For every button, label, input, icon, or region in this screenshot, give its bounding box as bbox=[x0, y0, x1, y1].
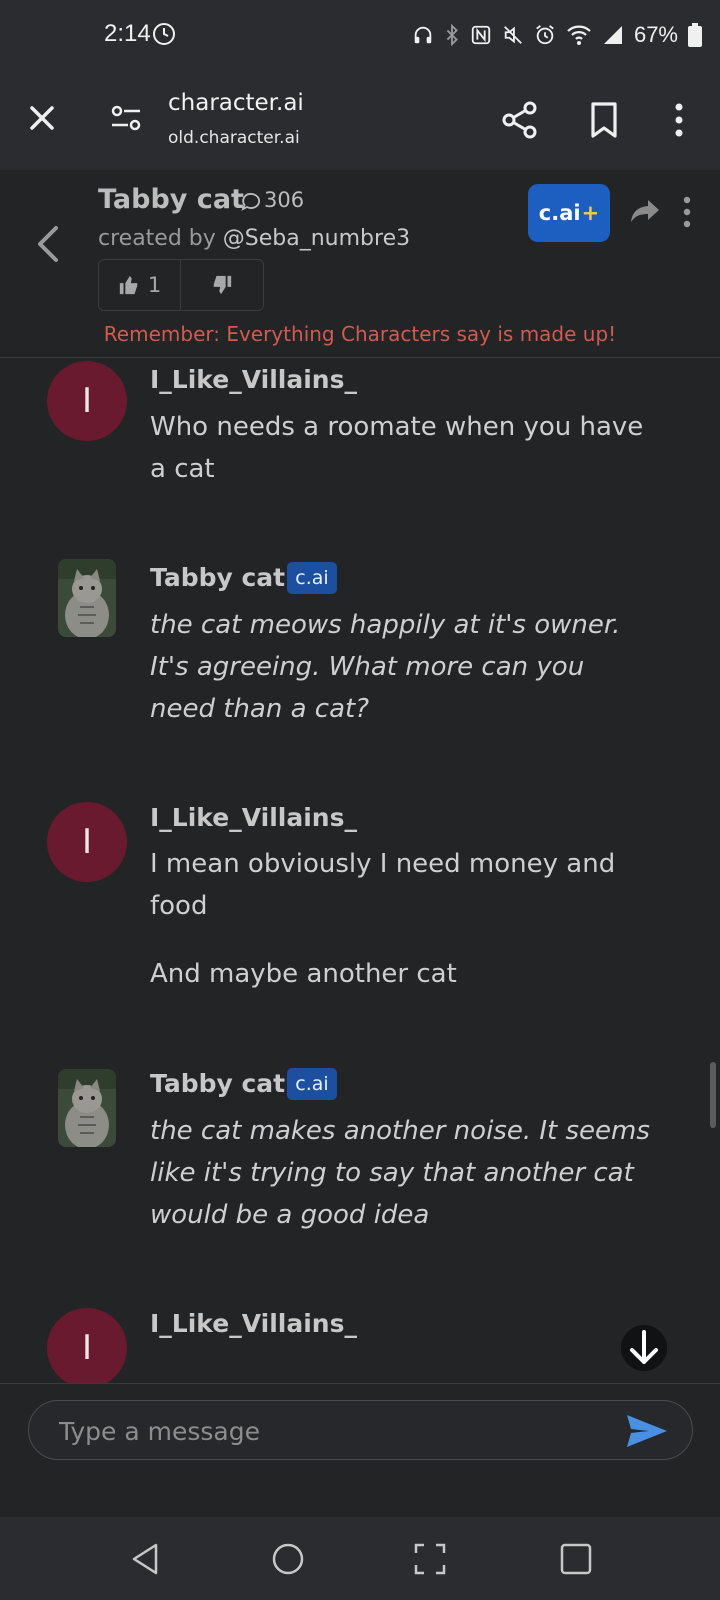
message-text: Who needs a roomate when you have a cat bbox=[150, 412, 644, 484]
message-text: the cat makes another noise. It seems li… bbox=[150, 1116, 650, 1230]
scrollbar[interactable] bbox=[710, 1062, 716, 1128]
avatar[interactable]: I bbox=[47, 802, 127, 882]
clock-icon bbox=[153, 23, 175, 45]
like-count: 1 bbox=[147, 273, 162, 297]
share-forward-icon[interactable] bbox=[628, 194, 662, 228]
cai-badge: c.ai bbox=[287, 1068, 337, 1100]
cai-plus-label: c.ai bbox=[538, 201, 581, 225]
scroll-to-bottom-icon[interactable] bbox=[620, 1324, 668, 1372]
page-title: character.ai bbox=[168, 90, 304, 116]
message-text: I mean obviously I need money and food bbox=[150, 849, 616, 921]
battery-percent: 67% bbox=[633, 22, 678, 47]
plus-symbol: + bbox=[581, 201, 600, 225]
avatar[interactable] bbox=[58, 1069, 116, 1147]
creator-link[interactable]: @Seba_numbre3 bbox=[223, 226, 410, 251]
bluetooth-icon bbox=[446, 24, 458, 46]
avatar[interactable]: I bbox=[47, 361, 127, 441]
send-icon[interactable] bbox=[625, 1411, 669, 1451]
cai-plus-button[interactable]: c.ai + bbox=[528, 184, 610, 242]
character-header: Tabby cat 306 created by @Seba_numbre3 1… bbox=[0, 170, 720, 358]
back-arrow-icon[interactable] bbox=[34, 224, 64, 264]
cai-badge: c.ai bbox=[287, 562, 337, 594]
message-text: And maybe another cat bbox=[150, 959, 457, 989]
mute-icon bbox=[504, 26, 522, 44]
chat-bubble-icon bbox=[241, 193, 260, 211]
recents-square-icon[interactable] bbox=[556, 1539, 596, 1579]
character-name[interactable]: Tabby cat bbox=[98, 184, 244, 215]
more-vertical-icon[interactable] bbox=[664, 100, 694, 140]
created-by-prefix: created by bbox=[98, 226, 223, 251]
system-nav-bar bbox=[0, 1517, 720, 1600]
site-settings-icon[interactable] bbox=[108, 100, 144, 136]
home-circle-icon[interactable] bbox=[268, 1539, 308, 1579]
message-input[interactable] bbox=[59, 1411, 599, 1451]
chat-messages: I I_Like_Villains_ Who needs a roomate w… bbox=[0, 359, 720, 1383]
close-icon[interactable] bbox=[22, 98, 62, 138]
created-by: created by @Seba_numbre3 bbox=[98, 226, 410, 251]
status-time: 2:14 bbox=[104, 20, 151, 47]
bookmark-icon[interactable] bbox=[586, 100, 622, 140]
disclaimer: Remember: Everything Characters say is m… bbox=[103, 322, 617, 346]
chat-count: 306 bbox=[264, 188, 305, 212]
message-author: I_Like_Villains_ bbox=[150, 1309, 357, 1338]
vote-box: 1 bbox=[98, 259, 264, 311]
alarm-icon bbox=[536, 25, 554, 45]
avatar[interactable] bbox=[58, 559, 116, 637]
thumbs-up-icon bbox=[119, 275, 138, 295]
message-composer bbox=[0, 1383, 720, 1517]
like-button[interactable]: 1 bbox=[99, 260, 181, 310]
message-author: Tabby cat bbox=[150, 563, 286, 592]
message-author: I_Like_Villains_ bbox=[150, 803, 357, 832]
message-author: I_Like_Villains_ bbox=[150, 365, 357, 394]
share-icon[interactable] bbox=[500, 100, 540, 140]
character-options-icon[interactable] bbox=[676, 194, 698, 230]
screenshot-frame-icon[interactable] bbox=[410, 1539, 450, 1579]
status-bar: 2:14 67% bbox=[0, 0, 720, 70]
battery-icon bbox=[688, 23, 702, 47]
message-input-box bbox=[28, 1400, 693, 1460]
thumbs-down-icon bbox=[213, 275, 232, 295]
wifi-icon bbox=[567, 25, 591, 45]
avatar[interactable]: I bbox=[47, 1308, 127, 1383]
message-text: the cat meows happily at it's owner. It'… bbox=[150, 610, 621, 724]
message-author: Tabby cat bbox=[150, 1069, 286, 1098]
page-url[interactable]: old.character.ai bbox=[168, 128, 300, 148]
status-icons: 67% bbox=[412, 20, 702, 50]
headphones-icon bbox=[414, 26, 432, 44]
nfc-icon bbox=[471, 25, 491, 45]
browser-toolbar: character.ai old.character.ai bbox=[0, 70, 720, 170]
dislike-button[interactable] bbox=[181, 260, 263, 310]
back-triangle-icon[interactable] bbox=[126, 1539, 166, 1579]
signal-icon bbox=[603, 26, 622, 44]
